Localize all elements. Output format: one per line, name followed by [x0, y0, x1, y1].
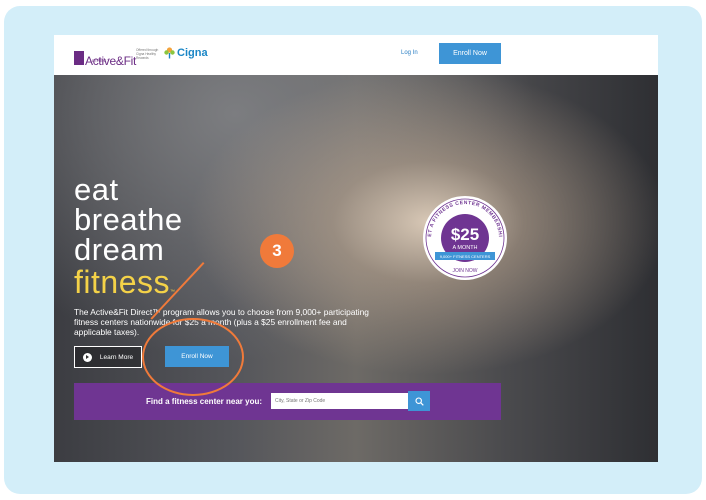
cigna-logo: Cigna: [164, 47, 208, 59]
active-fit-logo[interactable]: Active&Fit: [74, 41, 136, 67]
site-header: Active&Fit DIRECT Offered through Cigna …: [54, 35, 658, 75]
tagline-fitness-word: fitness: [74, 264, 170, 300]
badge-price: $25: [451, 225, 479, 244]
webpage: Active&Fit DIRECT Offered through Cigna …: [54, 35, 658, 462]
search-icon: [414, 396, 424, 406]
learn-more-label: Learn More: [99, 353, 134, 361]
badge-ribbon: 9,000+ FITNESS CENTERS: [440, 254, 491, 259]
cigna-wordmark: Cigna: [177, 47, 208, 59]
partner-note: Offered through Cigna Healthy Rewards: [136, 48, 159, 60]
login-link[interactable]: Log In: [401, 50, 418, 56]
location-search-input[interactable]: [271, 393, 408, 409]
callout-highlight-ring: [142, 318, 244, 396]
play-icon: [82, 352, 92, 362]
tagline-breathe: breathe: [74, 202, 183, 237]
tagline-fitness: fitness™: [74, 264, 175, 307]
cigna-tree-icon: [164, 47, 175, 59]
learn-more-button[interactable]: Learn More: [74, 346, 142, 368]
search-button[interactable]: [408, 391, 430, 411]
fitness-center-finder: Find a fitness center near you:: [74, 383, 501, 420]
finder-label: Find a fitness center near you:: [146, 397, 263, 406]
logo-subtitle: DIRECT: [92, 58, 110, 63]
badge-join-now: JOIN NOW: [453, 268, 478, 274]
callout-step-number: 3: [260, 234, 294, 268]
tagline-eat: eat: [74, 172, 119, 207]
badge-per-month: A MONTH: [452, 245, 477, 251]
hero-banner: eat breathe dream fitness™ The Active&Fi…: [54, 75, 658, 462]
header-enroll-button[interactable]: Enroll Now: [439, 43, 501, 64]
active-fit-logo-icon: [74, 51, 84, 65]
membership-badge[interactable]: GET A FITNESS CENTER MEMBERSHIP $25 A MO…: [421, 192, 509, 282]
tagline-dream: dream: [74, 232, 165, 267]
